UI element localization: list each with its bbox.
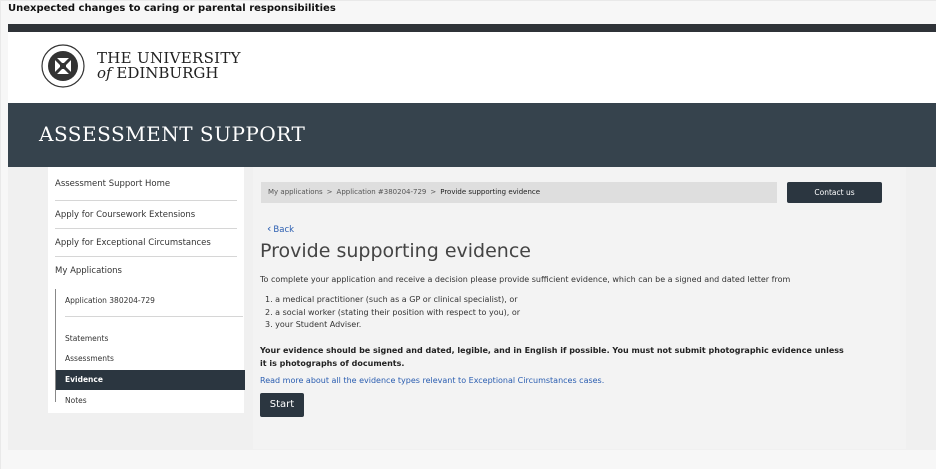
sidebar-item-application[interactable]: Application 380204-729 — [65, 289, 243, 317]
browser-frame: THE UNIVERSITY of EDINBURGH ASSESSMENT S… — [8, 24, 936, 450]
slide-title: Unexpected changes to caring or parental… — [8, 3, 336, 14]
sidebar: Assessment Support Home Apply for Course… — [48, 167, 245, 413]
assessment-support-banner: ASSESSMENT SUPPORT — [8, 103, 936, 167]
contact-us-button[interactable]: Contact us — [787, 182, 882, 203]
sidebar-item-coursework-extensions[interactable]: Apply for Coursework Extensions — [55, 201, 237, 229]
list-item: 3. your Student Adviser. — [265, 320, 362, 329]
breadcrumb: My applications > Application #380204-729 >… — [261, 182, 777, 203]
evidence-list: 1. a medical practitioner (such as a GP … — [265, 294, 520, 332]
breadcrumb-link-my-applications[interactable]: My applications — [268, 188, 323, 196]
back-link-label: Back — [273, 225, 295, 235]
sidebar-item-label: Apply for Exceptional Circumstances — [55, 238, 211, 248]
sidebar-item-notes[interactable]: Notes — [65, 391, 243, 411]
sidebar-item-label: Assessment Support Home — [55, 179, 171, 189]
logo-header: THE UNIVERSITY of EDINBURGH — [8, 32, 936, 103]
list-item: 1. a medical practitioner (such as a GP … — [265, 295, 518, 304]
list-item: 2. a social worker (stating their positi… — [265, 307, 521, 317]
application-submenu: Application 380204-729 Statements Assess… — [55, 289, 245, 405]
main-content: My applications > Application #380204-729 >… — [253, 167, 906, 449]
breadcrumb-separator: > — [430, 188, 437, 196]
university-name-of: of — [97, 64, 112, 82]
start-button[interactable]: Start — [260, 393, 304, 417]
breadcrumb-link-application[interactable]: Application #380204-729 — [337, 188, 427, 196]
intro-text: To complete your application and receive… — [260, 275, 791, 284]
banner-title: ASSESSMENT SUPPORT — [39, 122, 306, 146]
university-name[interactable]: THE UNIVERSITY of EDINBURGH — [97, 51, 241, 81]
university-name-edinburgh: EDINBURGH — [116, 64, 219, 82]
page-title: Provide supporting evidence — [260, 240, 531, 262]
read-more-link[interactable]: Read more about all the evidence types r… — [260, 376, 604, 385]
top-bar — [8, 24, 936, 32]
sidebar-item-statements[interactable]: Statements — [65, 329, 243, 349]
evidence-warning: Your evidence should be signed and dated… — [260, 346, 844, 368]
back-link[interactable]: ‹ Back — [267, 222, 294, 235]
university-crest-icon[interactable] — [41, 42, 85, 90]
breadcrumb-current: Provide supporting evidence — [440, 188, 541, 196]
chevron-left-icon: ‹ — [267, 222, 272, 235]
sidebar-item-assessments[interactable]: Assessments — [65, 349, 243, 369]
sidebar-item-evidence[interactable]: Evidence — [56, 370, 245, 390]
sidebar-item-my-applications[interactable]: My Applications — [55, 257, 237, 285]
sidebar-item-label: Apply for Coursework Extensions — [55, 210, 196, 220]
sidebar-item-home[interactable]: Assessment Support Home — [55, 167, 237, 201]
university-name-line2: of EDINBURGH — [97, 66, 241, 81]
breadcrumb-separator: > — [326, 188, 333, 196]
sidebar-item-label: My Applications — [55, 266, 122, 276]
sidebar-item-exceptional-circumstances[interactable]: Apply for Exceptional Circumstances — [55, 229, 237, 257]
